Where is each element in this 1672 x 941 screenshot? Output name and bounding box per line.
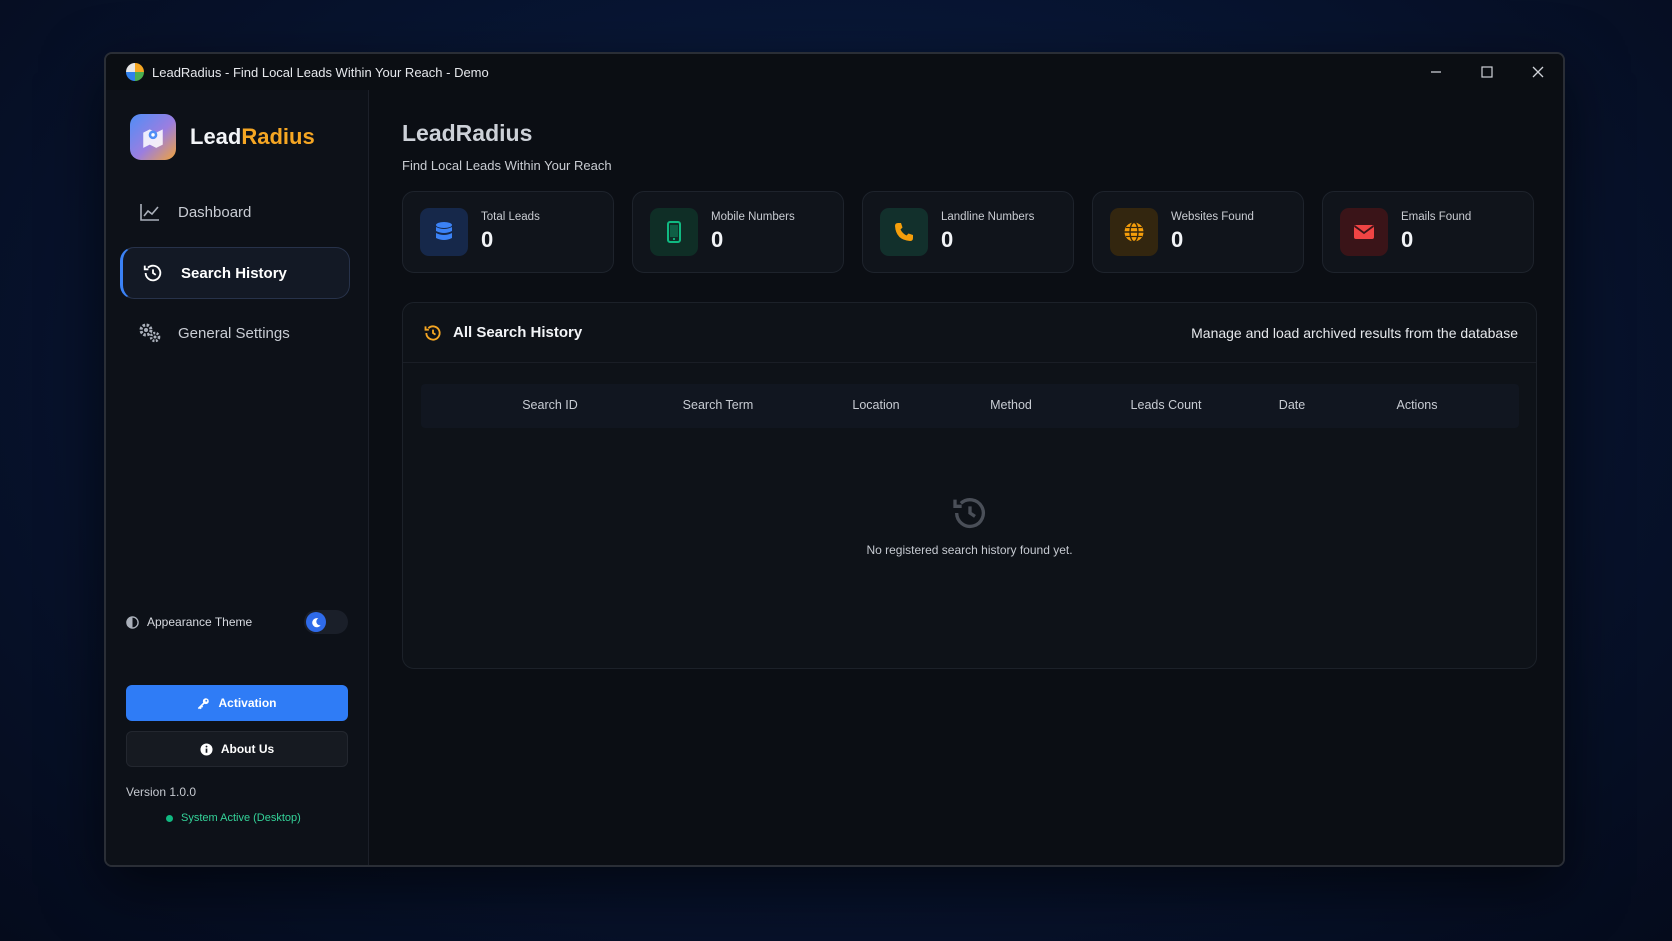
sidebar-item-label: Search History [181,264,287,282]
phone-icon [880,208,928,256]
brand-logo [130,114,176,160]
page-title: LeadRadius [402,120,533,146]
chart-line-icon [138,203,162,221]
sidebar: LeadRadius Dashboard Search History Gene… [106,90,369,865]
stat-label: Mobile Numbers [711,211,795,223]
theme-toggle[interactable] [304,610,348,634]
stat-value: 0 [1401,227,1414,252]
stat-label: Websites Found [1171,211,1254,223]
status-dot [166,814,173,822]
minimize-button[interactable] [1410,54,1461,90]
key-icon [197,697,210,710]
status-indicator: System Active (Desktop) [166,812,301,824]
map-pin-icon [143,129,163,148]
history-icon [952,498,985,529]
column-header-search-term[interactable]: Search Term [683,398,754,412]
history-icon [423,323,443,343]
app-icon [126,63,144,81]
close-button[interactable] [1512,54,1563,90]
title-bar: LeadRadius - Find Local Leads Within You… [106,54,1563,90]
minimize-icon [1430,71,1441,73]
app-window: LeadRadius - Find Local Leads Within You… [104,52,1565,867]
brand: LeadRadius [130,114,315,160]
panel-description: Manage and load archived results from th… [1191,324,1518,341]
column-header-method[interactable]: Method [990,398,1032,412]
appearance-theme-row: Appearance Theme [126,610,348,634]
panel-title: All Search History [453,324,583,341]
globe-icon [1110,208,1158,256]
column-header-actions: Actions [1396,398,1438,412]
activation-label: Activation [218,696,277,710]
search-history-panel: All Search History Manage and load archi… [402,302,1537,669]
sidebar-item-label: Dashboard [178,203,252,221]
mobile-icon [650,208,698,256]
stat-card-total-leads: Total Leads 0 [402,191,614,273]
about-us-label: About Us [220,742,275,756]
stat-value: 0 [941,227,954,252]
version-text: Version 1.0.0 [126,785,197,799]
sidebar-item-search-history[interactable]: Search History [120,247,350,299]
sidebar-item-label: General Settings [178,324,290,342]
stat-card-websites-found: Websites Found 0 [1092,191,1304,273]
empty-state: No registered search history found yet. [403,493,1536,557]
contrast-icon [126,615,139,629]
stat-value: 0 [481,227,494,252]
stat-label: Emails Found [1401,211,1472,223]
window-title: LeadRadius - Find Local Leads Within You… [152,64,489,80]
brand-name-radius: Radius [241,124,315,149]
stat-card-emails-found: Emails Found 0 [1322,191,1534,273]
stat-card-landline-numbers: Landline Numbers 0 [862,191,1074,273]
envelope-icon [1340,208,1388,256]
column-header-location[interactable]: Location [852,398,899,412]
maximize-button[interactable] [1461,54,1512,90]
database-icon [420,208,468,256]
info-icon [200,742,213,756]
main-content: LeadRadius Find Local Leads Within Your … [369,90,1563,865]
column-header-leads-count[interactable]: Leads Count [1131,398,1202,412]
about-us-button[interactable]: About Us [126,731,348,767]
stat-value: 0 [711,227,724,252]
panel-header: All Search History Manage and load archi… [403,303,1536,363]
stat-label: Landline Numbers [941,211,1035,223]
stat-value: 0 [1171,227,1184,252]
brand-name-lead: Lead [190,124,242,149]
column-header-search-id[interactable]: Search ID [522,398,578,412]
sidebar-item-general-settings[interactable]: General Settings [120,307,350,359]
activation-button[interactable]: Activation [126,685,348,721]
page-subtitle: Find Local Leads Within Your Reach [402,158,612,173]
brand-name: LeadRadius [190,124,315,150]
sidebar-item-dashboard[interactable]: Dashboard [120,186,350,238]
gears-icon [138,322,162,344]
close-icon [1532,66,1543,78]
empty-state-message: No registered search history found yet. [866,543,1073,557]
moon-icon [306,612,326,632]
stats-row: Total Leads 0 Mobile Numbers 0 Landline … [402,191,1534,273]
appearance-theme-label: Appearance Theme [147,615,253,629]
table-header: Search ID Search Term Location Method Le… [421,384,1519,428]
column-header-date[interactable]: Date [1279,398,1305,412]
window-controls [1410,54,1563,90]
history-icon [141,262,165,284]
maximize-icon [1480,66,1493,78]
stat-label: Total Leads [481,211,540,223]
stat-card-mobile-numbers: Mobile Numbers 0 [632,191,844,273]
status-text: System Active (Desktop) [181,812,301,824]
